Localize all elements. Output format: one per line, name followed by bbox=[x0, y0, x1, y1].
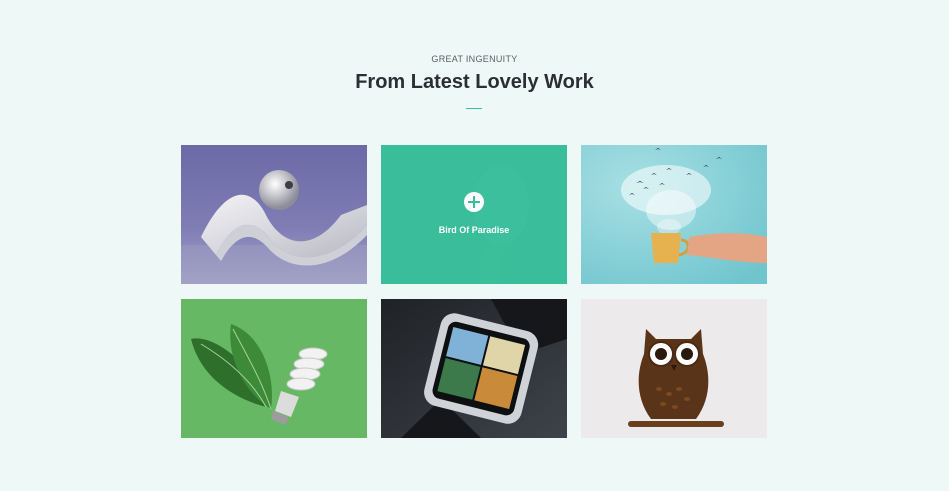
section-eyebrow: GREAT INGENUITY bbox=[431, 54, 518, 64]
hover-overlay bbox=[381, 145, 567, 284]
portfolio-image-sculpture bbox=[181, 145, 367, 284]
portfolio-item-2[interactable]: Bird Of Paradise bbox=[381, 145, 567, 284]
portfolio-grid: Bird Of Paradise bbox=[181, 145, 767, 438]
portfolio-item-5[interactable] bbox=[381, 299, 567, 438]
portfolio-image-mug bbox=[581, 145, 767, 284]
portfolio-item-4[interactable] bbox=[181, 299, 367, 438]
portfolio-section: GREAT INGENUITY From Latest Lovely Work bbox=[0, 0, 949, 491]
section-title: From Latest Lovely Work bbox=[355, 71, 594, 93]
title-divider bbox=[466, 108, 482, 109]
portfolio-item-3[interactable] bbox=[581, 145, 767, 284]
portfolio-item-1[interactable] bbox=[181, 145, 367, 284]
portfolio-item-6[interactable] bbox=[581, 299, 767, 438]
portfolio-item-title[interactable]: Bird Of Paradise bbox=[381, 225, 567, 235]
portfolio-image-watch bbox=[381, 299, 567, 438]
plus-icon[interactable] bbox=[464, 192, 484, 212]
portfolio-image-bulb bbox=[181, 299, 367, 438]
portfolio-image-owl bbox=[581, 299, 767, 438]
